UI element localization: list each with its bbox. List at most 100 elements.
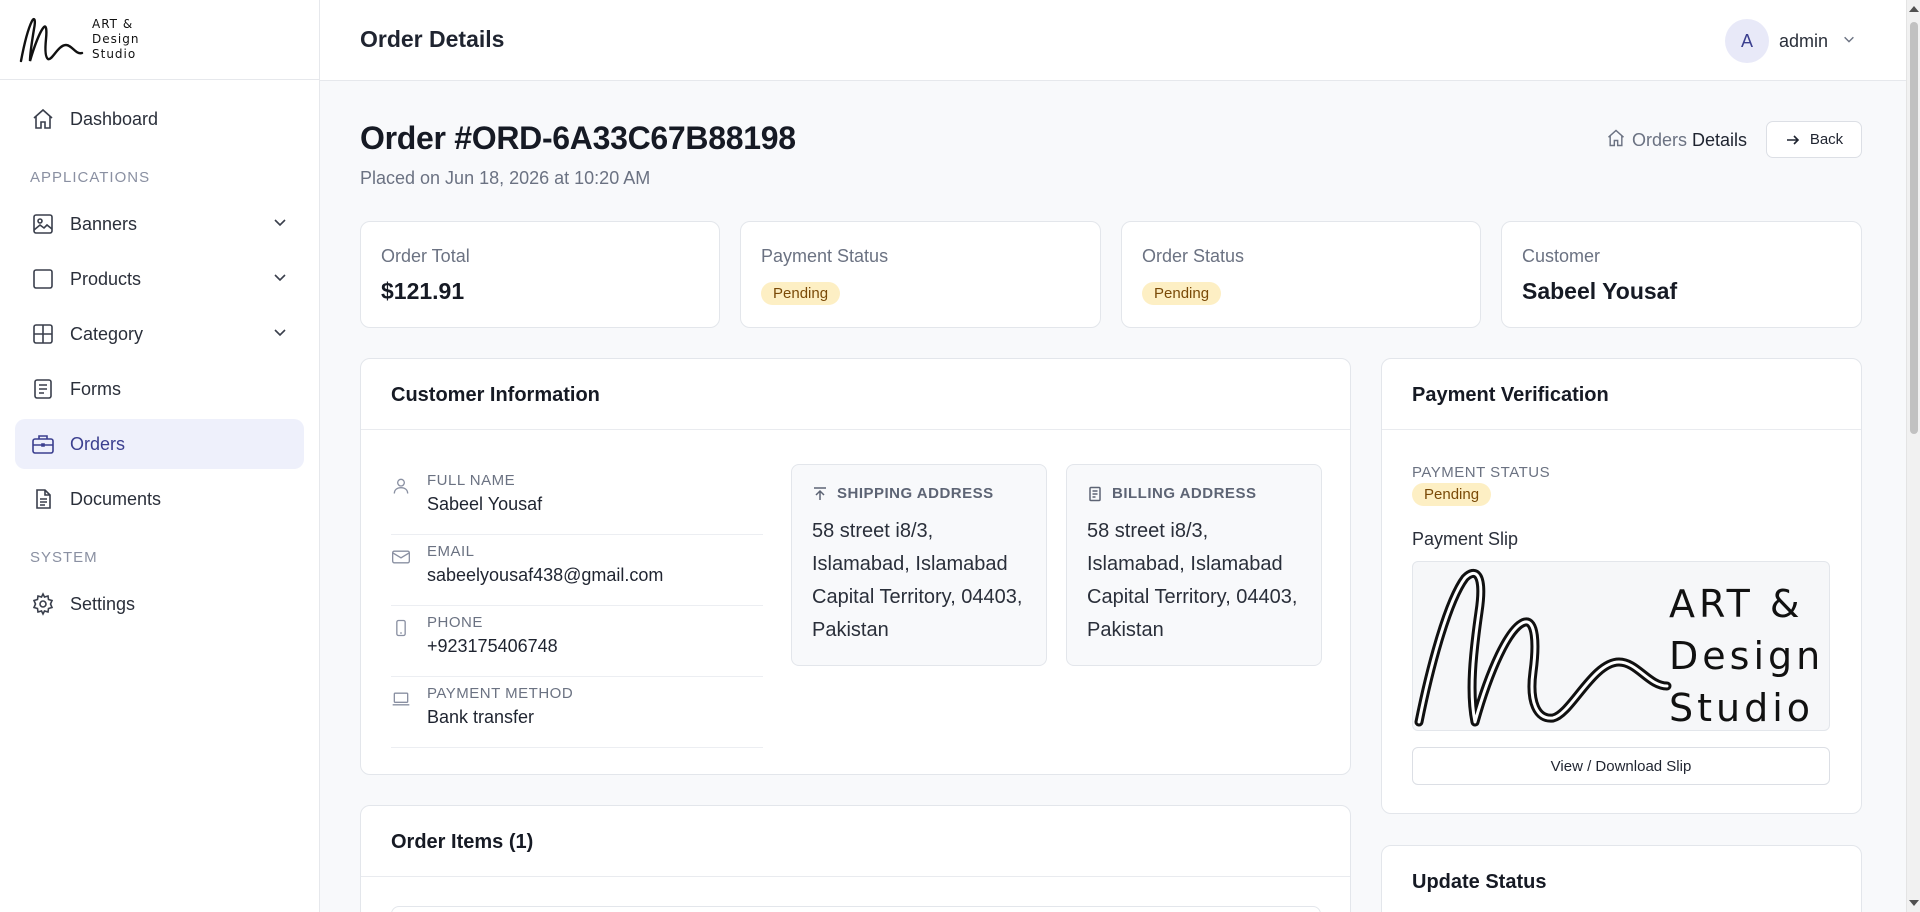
brand-line: Studio [92, 47, 137, 61]
sidebar-item-dashboard[interactable]: Dashboard [15, 94, 304, 144]
grid-icon [29, 320, 57, 348]
card-title: Payment Verification [1382, 359, 1861, 430]
info-value: Sabeel Yousaf [427, 494, 543, 514]
sidebar-item-orders[interactable]: Orders [15, 419, 304, 469]
document-icon [29, 485, 57, 513]
phone-icon [391, 618, 411, 643]
gear-icon [29, 590, 57, 618]
payment-verification-card: Payment Verification PAYMENT STATUS Pend… [1381, 358, 1862, 814]
scroll-up-icon[interactable] [1909, 6, 1919, 12]
back-button[interactable]: Back [1766, 121, 1862, 158]
customer-information-card: Customer Information FULL NAME Sabeel Yo… [360, 358, 1351, 775]
sidebar-item-settings[interactable]: Settings [15, 579, 304, 629]
order-item-row [391, 906, 1321, 912]
payment-status-label: PAYMENT STATUS [1412, 464, 1551, 481]
info-value: Bank transfer [427, 707, 535, 727]
sidebar-nav: Dashboard APPLICATIONS Banners Products [0, 80, 319, 629]
image-icon [29, 210, 57, 238]
sidebar: ART & Design Studio Dashboard APPLICATIO… [0, 0, 320, 912]
customer-fields: FULL NAME Sabeel Yousaf EMAIL sabeelyous… [391, 464, 763, 748]
order-items-card: Order Items (1) [360, 805, 1351, 912]
address-label: BILLING ADDRESS [1087, 485, 1256, 502]
payment-slip-image[interactable]: ART & Design Studio [1412, 561, 1830, 731]
view-download-slip-button[interactable]: View / Download Slip [1412, 747, 1830, 785]
sidebar-item-documents[interactable]: Documents [15, 474, 304, 524]
chevron-down-icon [272, 324, 288, 345]
address-label-text: BILLING ADDRESS [1112, 485, 1257, 502]
info-key: EMAIL [427, 543, 475, 560]
home-icon[interactable] [1606, 128, 1626, 153]
form-icon [29, 375, 57, 403]
upload-icon [814, 486, 826, 500]
status-badge: Pending [1412, 483, 1492, 506]
chevron-down-icon [272, 214, 288, 235]
avatar: A [1724, 19, 1769, 63]
shipping-address-value: 58 street i8/3, Islamabad, Islamabad Cap… [812, 520, 1023, 641]
page-scrollbar[interactable] [1906, 0, 1920, 912]
stat-value: Sabeel Yousaf [1522, 278, 1678, 304]
sidebar-item-forms[interactable]: Forms [15, 364, 304, 414]
sidebar-item-label: Products [70, 268, 142, 289]
address-label-text: SHIPPING ADDRESS [837, 485, 994, 502]
briefcase-icon [29, 430, 57, 458]
order-placed-date: Placed on Jun 18, 2026 at 10:20 AM [360, 168, 651, 188]
brand-line: Design [92, 32, 140, 46]
sidebar-section-system: SYSTEM [30, 549, 98, 566]
sidebar-item-category[interactable]: Category [15, 309, 304, 359]
card-title: Customer Information [361, 359, 1350, 430]
receipt-icon [1089, 486, 1101, 501]
sidebar-item-banners[interactable]: Banners [15, 199, 304, 249]
slip-brand-line: ART & [1669, 582, 1804, 626]
info-row-full-name: FULL NAME Sabeel Yousaf [391, 464, 763, 535]
user-menu[interactable]: A admin [1724, 19, 1856, 63]
slip-brand-text: ART & Design Studio [1669, 578, 1825, 730]
home-icon [29, 105, 57, 133]
slip-brand-line: Studio [1669, 686, 1815, 730]
billing-address-box: BILLING ADDRESS 58 street i8/3, Islamaba… [1066, 464, 1322, 666]
info-row-payment-method: PAYMENT METHOD Bank transfer [391, 677, 763, 748]
card-title: Order Items (1) [361, 806, 1350, 877]
breadcrumb: Orders Details [1606, 128, 1747, 153]
info-key: FULL NAME [427, 472, 516, 489]
order-title: Order #ORD-6A33C67B88198 [360, 120, 796, 156]
back-button-label: Back [1809, 131, 1844, 148]
stat-card-payment-status: Payment Status Pending [740, 221, 1101, 328]
chevron-down-icon [272, 269, 288, 290]
stat-value: $121.91 [381, 278, 465, 304]
breadcrumb-current: Details [1692, 130, 1748, 150]
billing-address-value: 58 street i8/3, Islamabad, Islamabad Cap… [1087, 520, 1298, 641]
info-value[interactable]: sabeelyousaf438@gmail.com [427, 565, 663, 586]
page-title: Order Details [360, 26, 505, 52]
sidebar-item-label: Documents [70, 488, 162, 509]
stat-card-customer: Customer Sabeel Yousaf [1501, 221, 1862, 328]
username: admin [1778, 30, 1828, 51]
stat-card-order-status: Order Status Pending [1121, 221, 1481, 328]
scroll-down-icon[interactable] [1909, 900, 1919, 906]
brand-text: ART & Design Studio [92, 17, 139, 62]
sidebar-item-label: Settings [70, 593, 136, 614]
sidebar-item-label: Dashboard [70, 108, 159, 129]
stat-label: Order Total [381, 246, 470, 266]
stat-label: Payment Status [761, 246, 889, 266]
sidebar-item-label: Orders [70, 433, 126, 454]
card-title: Update Status [1412, 871, 1547, 893]
brand-logo[interactable]: ART & Design Studio [0, 0, 319, 80]
chevron-down-icon [1842, 32, 1856, 51]
sidebar-item-products[interactable]: Products [15, 254, 304, 304]
stat-label: Customer [1522, 246, 1601, 266]
arrow-right-icon [1786, 134, 1799, 145]
sidebar-section-applications: APPLICATIONS [30, 169, 151, 186]
breadcrumb-orders[interactable]: Orders [1632, 130, 1687, 151]
slip-brand-line: Design [1669, 634, 1825, 678]
info-row-email: EMAIL sabeelyousaf438@gmail.com [391, 535, 763, 606]
sidebar-item-label: Banners [70, 213, 138, 234]
brand-mark-icon [19, 17, 84, 62]
square-icon [29, 265, 57, 293]
info-row-phone: PHONE +923175406748 [391, 606, 763, 677]
status-badge: Pending [761, 282, 841, 305]
info-value[interactable]: +923175406748 [427, 636, 558, 657]
scrollbar-thumb[interactable] [1910, 22, 1918, 434]
mail-icon [391, 547, 411, 572]
topbar: Order Details A admin [320, 0, 1906, 81]
update-status-card: Update Status [1381, 845, 1862, 912]
